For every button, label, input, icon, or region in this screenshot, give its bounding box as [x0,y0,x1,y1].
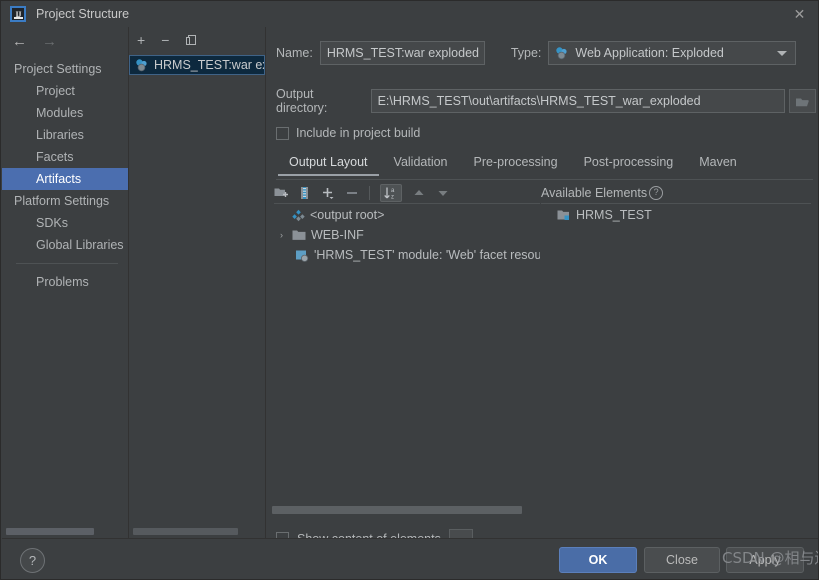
tree-node-web-inf[interactable]: › WEB-INF [268,225,540,245]
tree-node-label: <output root> [310,208,385,222]
svg-text:a: a [391,188,395,194]
dialog-footer: ? OK Close Apply [2,538,818,579]
tab-validation[interactable]: Validation [381,153,461,175]
sidebar-item-project[interactable]: Project [2,80,128,102]
output-layout-scrollbar-thumb[interactable] [272,506,522,514]
back-arrow-icon[interactable]: ← [12,34,27,49]
name-input[interactable]: HRMS_TEST:war exploded [319,41,485,65]
sidebar-item-problems[interactable]: Problems [2,271,128,293]
module-icon [557,209,571,222]
chevron-down-icon[interactable] [777,51,788,56]
sidebar-group-platform-settings: Platform Settings [14,194,110,208]
output-layout-horizontal-scrollbar[interactable] [272,506,544,514]
tab-pre-processing[interactable]: Pre-processing [461,153,571,175]
move-up-icon[interactable] [412,187,426,199]
type-select-value: Web Application: Exploded [575,46,724,60]
tree-node-facet-resources[interactable]: 'HRMS_TEST' module: 'Web' facet resou [268,245,540,265]
name-label: Name: [276,46,313,60]
artifact-root-icon [292,209,305,222]
artifact-editor-panel: Name: HRMS_TEST:war exploded Type: Web A… [266,27,818,548]
sidebar-divider [16,263,118,264]
tree-node-label: WEB-INF [311,228,364,242]
apply-button[interactable]: Apply [726,547,804,573]
sidebar-item-libraries[interactable]: Libraries [2,124,128,146]
sidebar-item-global-libraries[interactable]: Global Libraries [2,234,128,256]
help-circle-icon[interactable]: ? [649,185,664,200]
name-type-row: Name: HRMS_TEST:war exploded Type: Web A… [276,41,809,65]
artifacts-list-panel: + − HRMS_TEST:war exploded [129,27,266,538]
sidebar-group-project-settings: Project Settings [14,62,102,76]
chevron-right-icon[interactable]: › [276,230,287,240]
browse-folder-button[interactable] [789,89,817,113]
artifact-icon [135,58,149,72]
project-structure-dialog: IJ Project Structure ✕ ← → Project Setti… [0,0,819,580]
sidebar-item-facets[interactable]: Facets [2,146,128,168]
settings-tree: Project Settings Project Modules Librari… [2,58,128,293]
include-in-build-checkbox[interactable] [276,126,289,140]
output-directory-input[interactable]: E:\HRMS_TEST\out\artifacts\HRMS_TEST_war… [370,89,786,113]
toolbar-separator [369,185,370,200]
type-label: Type: [510,46,542,60]
sidebar-horizontal-scrollbar[interactable] [6,528,125,535]
available-element-hrms-test[interactable]: HRMS_TEST [541,205,813,225]
title-bar: IJ Project Structure ✕ [1,1,818,27]
available-elements-header: Available Elements ? [541,182,811,204]
available-elements-tree[interactable]: HRMS_TEST [541,205,813,500]
sidebar-item-modules[interactable]: Modules [2,102,128,124]
artifact-list-item-label: HRMS_TEST:war exploded [154,58,264,72]
window-title: Project Structure [36,7,130,21]
output-layout-tree[interactable]: <output root> › WEB-INF 'HRMS_TEST' modu… [268,205,540,500]
folder-icon [292,229,306,241]
output-directory-row: Output directory: E:\HRMS_TEST\out\artif… [276,87,817,115]
artifact-list-item[interactable]: HRMS_TEST:war exploded [129,55,265,75]
create-archive-icon[interactable] [299,186,311,200]
artifact-type-icon [555,46,569,60]
sidebar-item-sdks[interactable]: SDKs [2,212,128,234]
close-icon[interactable]: ✕ [791,6,808,23]
artifact-tabs: Output Layout Validation Pre-processing … [276,153,813,180]
close-button[interactable]: Close [644,547,720,573]
artifacts-scrollbar-thumb[interactable] [133,528,238,535]
artifacts-toolbar: + − [129,27,265,53]
sidebar-scrollbar-thumb[interactable] [6,528,94,535]
remove-element-icon[interactable] [345,186,359,200]
settings-sidebar: ← → Project Settings Project Modules Lib… [2,27,129,538]
sort-alphabetically-icon[interactable]: a z [380,183,402,202]
forward-arrow-icon[interactable]: → [42,34,57,49]
output-layout-toolbar: a z [274,182,540,204]
remove-artifact-button[interactable]: − [161,33,169,47]
ok-button[interactable]: OK [559,547,637,573]
type-select[interactable]: Web Application: Exploded [548,41,797,65]
tab-output-layout[interactable]: Output Layout [276,153,381,176]
move-down-icon[interactable] [436,187,450,199]
sidebar-item-artifacts[interactable]: Artifacts [2,168,128,190]
available-element-label: HRMS_TEST [576,208,652,222]
tree-node-label: 'HRMS_TEST' module: 'Web' facet resou [314,248,540,262]
tab-maven[interactable]: Maven [686,153,750,175]
include-in-build-row[interactable]: Include in project build [276,126,420,140]
intellij-idea-icon: IJ [10,6,26,22]
svg-text:z: z [391,194,394,200]
tree-node-output-root[interactable]: <output root> [268,205,540,225]
tab-post-processing[interactable]: Post-processing [571,153,687,175]
available-elements-title: Available Elements [541,185,648,200]
artifacts-horizontal-scrollbar[interactable] [133,528,261,535]
facet-resource-icon [295,249,309,262]
add-element-icon[interactable] [321,186,335,200]
include-in-build-label: Include in project build [296,126,421,140]
help-button[interactable]: ? [20,548,45,573]
add-artifact-button[interactable]: + [137,33,145,47]
create-directory-icon[interactable] [274,186,289,200]
sidebar-nav-arrows: ← → [2,27,128,55]
copy-artifact-button[interactable] [185,34,198,47]
folder-open-icon [795,95,810,108]
output-directory-label: Output directory: [276,87,328,115]
